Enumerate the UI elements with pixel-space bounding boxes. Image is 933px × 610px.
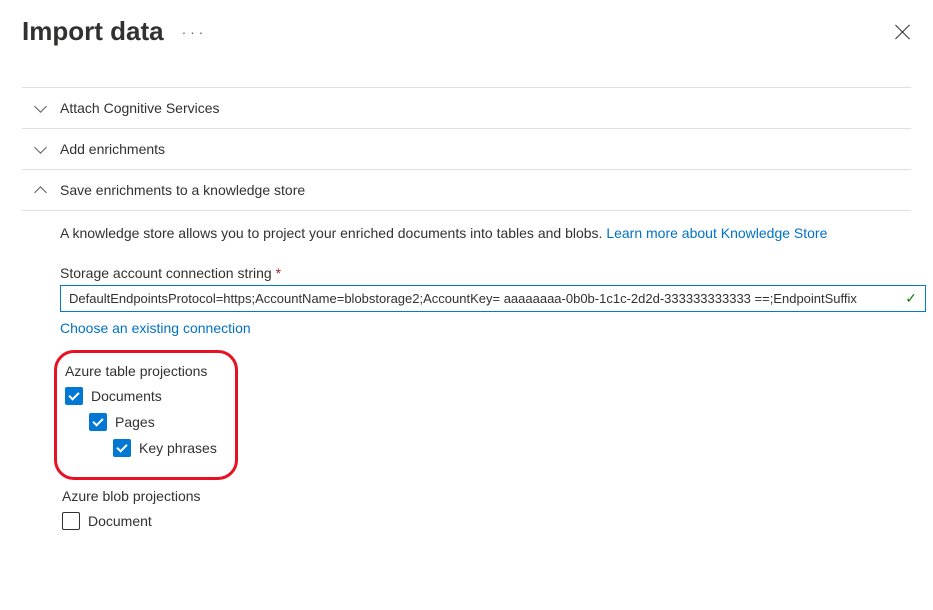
required-asterisk: * xyxy=(276,265,281,281)
checkbox-label: Pages xyxy=(115,414,155,430)
close-icon[interactable] xyxy=(895,24,911,40)
knowledge-store-description: A knowledge store allows you to project … xyxy=(60,225,911,241)
learn-more-link[interactable]: Learn more about Knowledge Store xyxy=(606,225,827,241)
valid-check-icon: ✓ xyxy=(905,290,917,307)
accordion-save-knowledge-store[interactable]: Save enrichments to a knowledge store xyxy=(22,169,911,210)
checkbox-key-phrases[interactable]: Key phrases xyxy=(113,439,217,457)
chevron-down-icon xyxy=(34,102,46,114)
blob-projections-title: Azure blob projections xyxy=(62,488,911,504)
checkbox-icon xyxy=(62,512,80,530)
chevron-up-icon xyxy=(34,184,46,196)
connection-string-input-wrapper: ✓ xyxy=(60,285,926,312)
table-projections-highlight: Azure table projections Documents Pages … xyxy=(54,350,238,480)
accordion-label: Add enrichments xyxy=(60,141,165,157)
checkbox-label: Key phrases xyxy=(139,440,217,456)
table-projections-title: Azure table projections xyxy=(65,363,217,379)
checkbox-pages[interactable]: Pages xyxy=(89,413,217,431)
accordion-label: Save enrichments to a knowledge store xyxy=(60,182,305,198)
page-title: Import data xyxy=(22,16,164,47)
panel-content: Attach Cognitive Services Add enrichment… xyxy=(0,51,933,530)
accordion-label: Attach Cognitive Services xyxy=(60,100,220,116)
checkbox-blob-document[interactable]: Document xyxy=(62,512,911,530)
checkbox-label: Documents xyxy=(91,388,162,404)
chevron-down-icon xyxy=(34,143,46,155)
accordion-add-enrichments[interactable]: Add enrichments xyxy=(22,128,911,169)
connection-string-label: Storage account connection string * xyxy=(60,265,911,281)
checkbox-icon xyxy=(89,413,107,431)
checkbox-icon xyxy=(113,439,131,457)
checkbox-label: Document xyxy=(88,513,152,529)
accordion-attach-cognitive-services[interactable]: Attach Cognitive Services xyxy=(22,87,911,128)
connection-string-input[interactable] xyxy=(69,291,901,306)
choose-existing-connection-link[interactable]: Choose an existing connection xyxy=(60,320,911,336)
knowledge-store-section: A knowledge store allows you to project … xyxy=(22,210,911,530)
blob-projections-section: Azure blob projections Document xyxy=(58,488,911,530)
checkbox-documents[interactable]: Documents xyxy=(65,387,217,405)
panel-header: Import data · · · xyxy=(0,0,933,51)
more-options-icon[interactable]: · · · xyxy=(182,24,204,40)
checkbox-icon xyxy=(65,387,83,405)
